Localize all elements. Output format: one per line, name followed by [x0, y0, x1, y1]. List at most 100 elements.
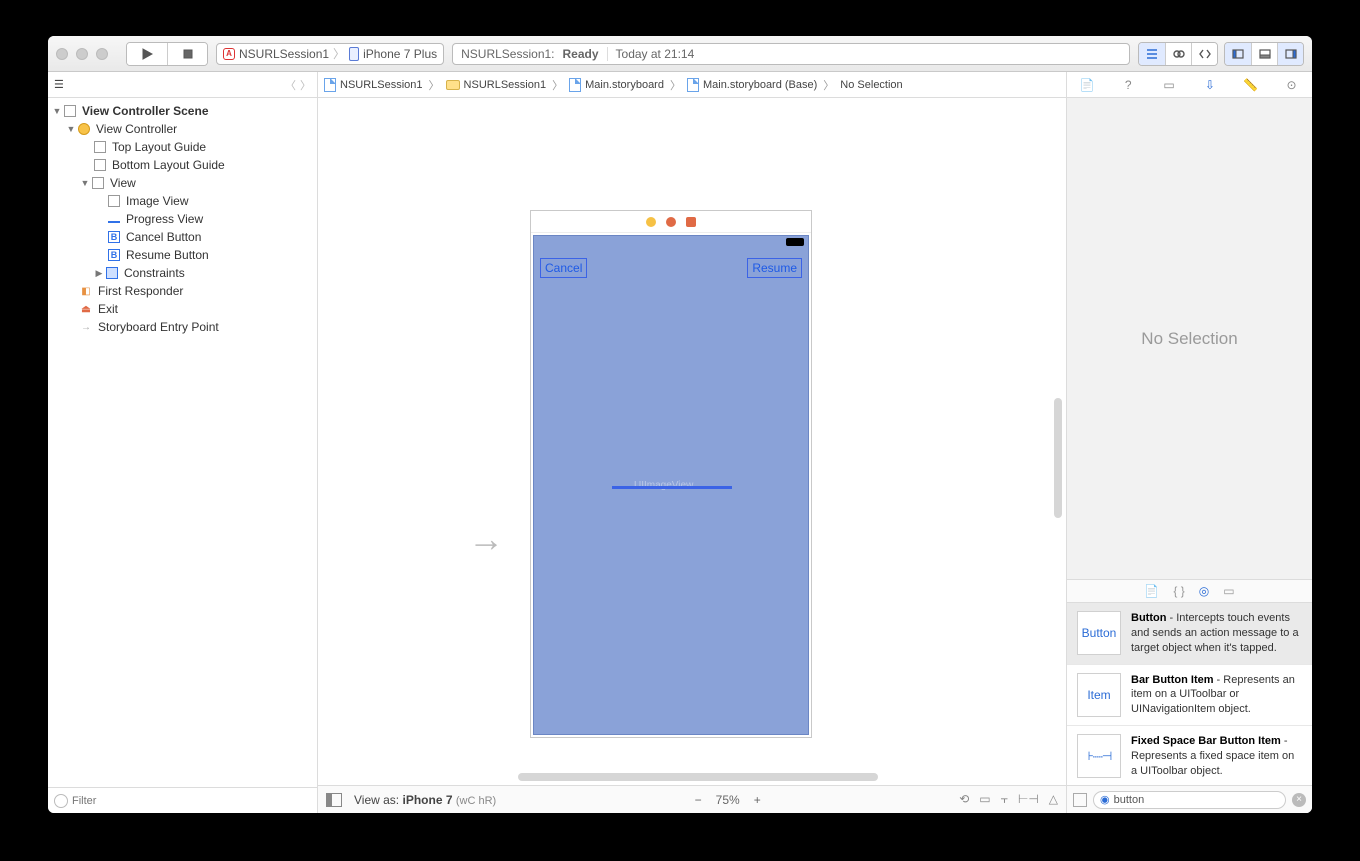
body: ▼ View Controller Scene ▼ View Controlle… — [48, 98, 1312, 813]
exit-dock-icon[interactable] — [686, 217, 696, 227]
zoom-dot-icon[interactable] — [96, 48, 108, 60]
layout-tools: ⟲ ▭ ⫟ ⊢⊣ △ — [959, 792, 1058, 807]
file-inspector-icon[interactable]: 📄 — [1079, 77, 1095, 93]
constraints-icon — [106, 267, 118, 279]
chevron-right-icon: 〉 — [333, 45, 345, 62]
version-editor-button[interactable] — [1191, 43, 1217, 65]
nav-fwd-icon[interactable]: 〉 — [300, 77, 311, 93]
scheme-target: NSURLSession1 — [239, 47, 329, 61]
scene-dock[interactable] — [531, 211, 811, 233]
standard-editor-button[interactable] — [1139, 43, 1165, 65]
canvas-horizontal-scrollbar[interactable] — [518, 773, 878, 781]
outline-view-icon[interactable]: ☰ — [54, 78, 64, 91]
size-inspector-icon[interactable]: 📏 — [1243, 77, 1259, 93]
scene-viewcontroller[interactable]: Cancel Resume UIImageView — [530, 210, 812, 738]
cancelbtn-label: Cancel Button — [126, 230, 201, 244]
vc-dock-icon[interactable] — [646, 217, 656, 227]
first-responder-dock-icon[interactable] — [666, 217, 676, 227]
resumebtn-node[interactable]: B Resume Button — [48, 246, 317, 264]
first-responder-node[interactable]: ◧ First Responder — [48, 282, 317, 300]
connections-inspector-icon[interactable]: ⊙ — [1284, 77, 1300, 93]
media-library-icon[interactable]: ▭ — [1223, 584, 1234, 598]
top-guide-node[interactable]: Top Layout Guide — [48, 138, 317, 156]
run-stop-segment — [126, 42, 208, 66]
object-library[interactable]: Button Button - Intercepts touch events … — [1067, 603, 1312, 785]
jump-bar[interactable]: NSURLSession1〉 NSURLSession1〉 Main.story… — [318, 72, 1066, 98]
clear-filter-icon[interactable]: × — [1292, 793, 1306, 807]
progress-view[interactable] — [612, 486, 732, 489]
bottom-guide-node[interactable]: Bottom Layout Guide — [48, 156, 317, 174]
progressview-node[interactable]: Progress View — [48, 210, 317, 228]
update-frames-icon[interactable]: ⟲ — [959, 792, 969, 807]
toolbar-right — [1138, 42, 1304, 66]
scheme-selector[interactable]: NSURLSession1 〉 iPhone 7 Plus — [216, 43, 444, 65]
toggle-outline-icon[interactable] — [326, 793, 342, 807]
library-item-barbutton[interactable]: Item Bar Button Item - Represents an ite… — [1067, 665, 1312, 727]
code-snippet-library-icon[interactable]: { } — [1173, 584, 1184, 598]
view-node[interactable]: ▼ View — [48, 174, 317, 192]
folder-icon — [446, 80, 460, 90]
exit-label: Exit — [98, 302, 118, 316]
device-icon — [349, 47, 359, 61]
scene-node[interactable]: ▼ View Controller Scene — [48, 102, 317, 120]
crumb-3[interactable]: Main.storyboard (Base) — [703, 79, 817, 91]
imageview-node[interactable]: Image View — [48, 192, 317, 210]
root-view[interactable]: Cancel Resume UIImageView — [533, 235, 809, 735]
library-filter-bar: ◉ button × — [1067, 785, 1312, 813]
toggle-utilities-button[interactable] — [1277, 43, 1303, 65]
outline-tree[interactable]: ▼ View Controller Scene ▼ View Controlle… — [48, 98, 317, 787]
filter-scope-icon[interactable] — [54, 794, 68, 808]
stop-button[interactable] — [167, 43, 207, 65]
exit-node[interactable]: ⏏ Exit — [48, 300, 317, 318]
zoom-out-button[interactable]: − — [695, 793, 702, 807]
first-responder-label: First Responder — [98, 284, 183, 298]
run-button[interactable] — [127, 43, 167, 65]
attributes-inspector-icon[interactable]: ⇩ — [1202, 77, 1218, 93]
window-traffic-lights[interactable] — [56, 48, 108, 60]
nav-back-icon[interactable]: 〈 — [285, 77, 296, 93]
close-dot-icon[interactable] — [56, 48, 68, 60]
crumb-4[interactable]: No Selection — [840, 79, 902, 91]
library-item-button[interactable]: Button Button - Intercepts touch events … — [1067, 603, 1312, 665]
pin-icon[interactable]: ⊢⊣ — [1018, 792, 1039, 807]
canvas-vertical-scrollbar[interactable] — [1054, 398, 1062, 518]
file-icon — [324, 78, 336, 92]
toggle-navigator-button[interactable] — [1225, 43, 1251, 65]
library-filter[interactable]: ◉ button — [1093, 791, 1286, 809]
cancel-button[interactable]: Cancel — [540, 258, 587, 278]
library-thumb: Button — [1077, 611, 1121, 655]
resolve-issues-icon[interactable]: △ — [1049, 792, 1058, 807]
identity-inspector-icon[interactable]: ▭ — [1161, 77, 1177, 93]
entry-point-node[interactable]: → Storyboard Entry Point — [48, 318, 317, 336]
file-template-library-icon[interactable]: 📄 — [1144, 584, 1159, 598]
top-guide-label: Top Layout Guide — [112, 140, 206, 154]
zoom-level[interactable]: 75% — [716, 793, 740, 807]
align-icon[interactable]: ⫟ — [1001, 792, 1008, 807]
library-view-mode-icon[interactable] — [1073, 793, 1087, 807]
minimize-dot-icon[interactable] — [76, 48, 88, 60]
resume-button[interactable]: Resume — [747, 258, 802, 278]
document-outline: ▼ View Controller Scene ▼ View Controlle… — [48, 98, 318, 813]
object-library-icon[interactable]: ◎ — [1199, 584, 1209, 598]
vc-label: View Controller — [96, 122, 177, 136]
toggle-debug-button[interactable] — [1251, 43, 1277, 65]
storyboard-canvas[interactable]: → Cancel Resume UIImageView — [318, 98, 1066, 785]
cancelbtn-node[interactable]: B Cancel Button — [48, 228, 317, 246]
constraints-label: Constraints — [124, 266, 185, 280]
vc-node[interactable]: ▼ View Controller — [48, 120, 317, 138]
assistant-editor-button[interactable] — [1165, 43, 1191, 65]
crumb-2[interactable]: Main.storyboard — [585, 79, 664, 91]
constraints-node[interactable]: ▶ Constraints — [48, 264, 317, 282]
bottom-guide-label: Bottom Layout Guide — [112, 158, 225, 172]
crumb-1[interactable]: NSURLSession1 — [464, 79, 547, 91]
embed-stack-icon[interactable]: ▭ — [979, 792, 990, 807]
activity-time: Today at 21:14 — [616, 47, 695, 61]
zoom-in-button[interactable]: + — [754, 793, 761, 807]
library-item-fixedspace[interactable]: ⊦·····⊣ Fixed Space Bar Button Item - Re… — [1067, 726, 1312, 785]
search-icon: ◉ — [1100, 793, 1110, 806]
scheme-device: iPhone 7 Plus — [363, 47, 437, 61]
quickhelp-inspector-icon[interactable]: ? — [1120, 77, 1136, 93]
view-as-label[interactable]: View as: iPhone 7 (wC hR) — [354, 793, 496, 807]
outline-filter-input[interactable] — [72, 795, 311, 807]
crumb-0[interactable]: NSURLSession1 — [340, 79, 423, 91]
